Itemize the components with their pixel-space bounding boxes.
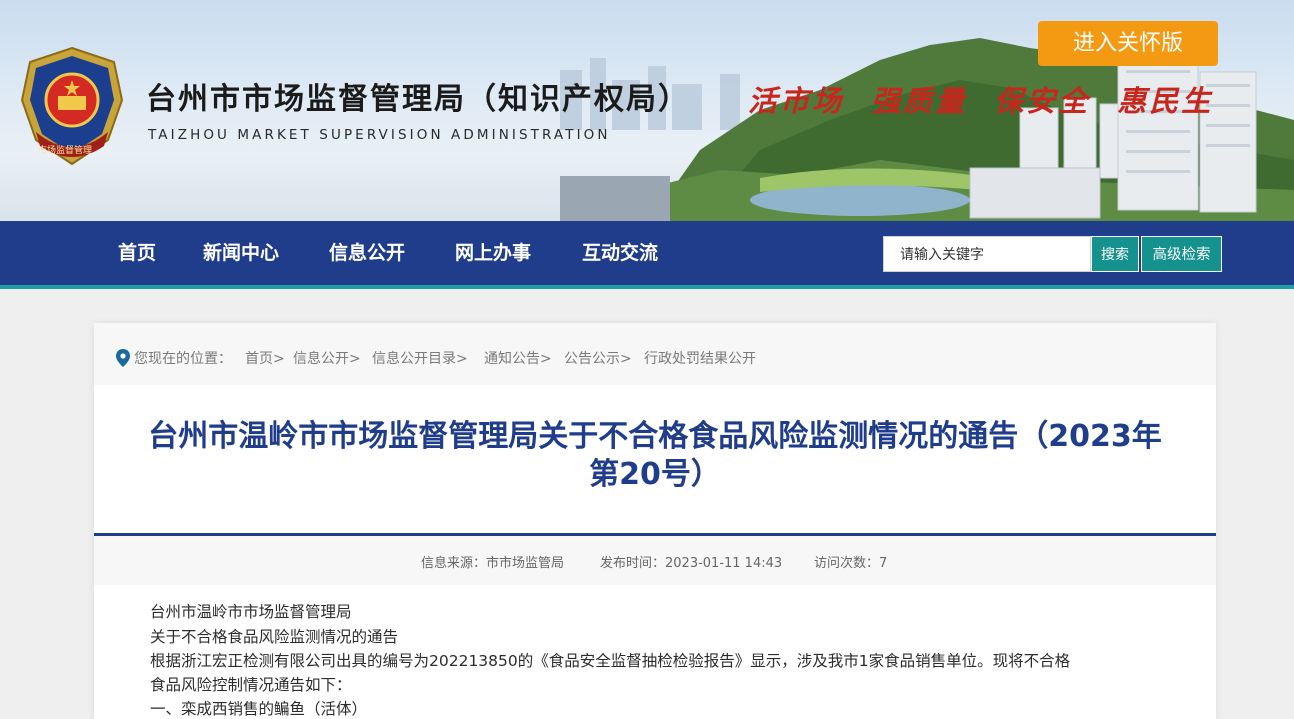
- nav-item-online-service[interactable]: 网上办事: [455, 221, 531, 285]
- article-title: 台州市温岭市市场监督管理局关于不合格食品风险监测情况的通告（2023年 第20号…: [110, 418, 1200, 494]
- care-version-button[interactable]: 进入关怀版: [1038, 21, 1218, 66]
- body-paragraph: 根据浙江宏正检测有限公司出具的编号为202213850的《食品安全监督抽检检验报…: [150, 652, 1071, 670]
- breadcrumb-announcements[interactable]: 公告公示>: [564, 348, 632, 368]
- site-title: 台州市市场监督管理局（知识产权局）: [146, 82, 690, 117]
- body-paragraph: 关于不合格食品风险监测情况的通告: [150, 628, 399, 646]
- article-source: 信息来源：市市场监管局: [421, 556, 565, 571]
- body-paragraph: 台州市温岭市市场监督管理局: [150, 603, 352, 621]
- breadcrumb-home[interactable]: 首页>: [245, 348, 285, 368]
- breadcrumb-prefix: 您现在的位置：: [134, 351, 232, 367]
- search-button[interactable]: 搜索: [1091, 236, 1139, 272]
- nav-item-news[interactable]: 新闻中心: [203, 221, 279, 285]
- nav-item-interaction[interactable]: 互动交流: [582, 221, 658, 285]
- article-publish-time: 发布时间：2023-01-11 14:43: [600, 556, 783, 571]
- breadcrumb-notices[interactable]: 通知公告>: [484, 348, 552, 368]
- advanced-search-button[interactable]: 高级检索: [1141, 236, 1222, 272]
- header-banner: 市场监督管理 台州市市场监督管理局（知识产权局） TAIZHOU MARKET …: [0, 0, 1294, 221]
- breadcrumb-info-public[interactable]: 信息公开>: [293, 348, 361, 368]
- article-title-line-2: 第20号）: [589, 457, 721, 492]
- slogan: 活市场 强质量 保安全 惠民生: [748, 84, 1214, 118]
- breadcrumb-info-catalog[interactable]: 信息公开目录>: [372, 348, 468, 368]
- body-paragraph: 一、栾成西销售的鳊鱼（活体）: [150, 700, 368, 718]
- nav-stripe: [0, 285, 1294, 289]
- nav-item-home[interactable]: 首页: [118, 221, 156, 285]
- body-paragraph: 食品风险控制情况通告如下：: [150, 676, 352, 694]
- search-input[interactable]: [883, 236, 1091, 272]
- article-title-line-1: 台州市温岭市市场监督管理局关于不合格食品风险监测情况的通告（2023年: [148, 419, 1162, 454]
- emblem-text: 市场监督管理: [38, 146, 93, 156]
- nav-item-info-public[interactable]: 信息公开: [329, 221, 405, 285]
- breadcrumb-penalty-results[interactable]: 行政处罚结果公开: [644, 348, 756, 368]
- site-title-en: TAIZHOU MARKET SUPERVISION ADMINISTRATIO…: [148, 127, 611, 143]
- article-visits: 访问次数：7: [814, 556, 888, 571]
- location-pin-icon: [116, 349, 130, 367]
